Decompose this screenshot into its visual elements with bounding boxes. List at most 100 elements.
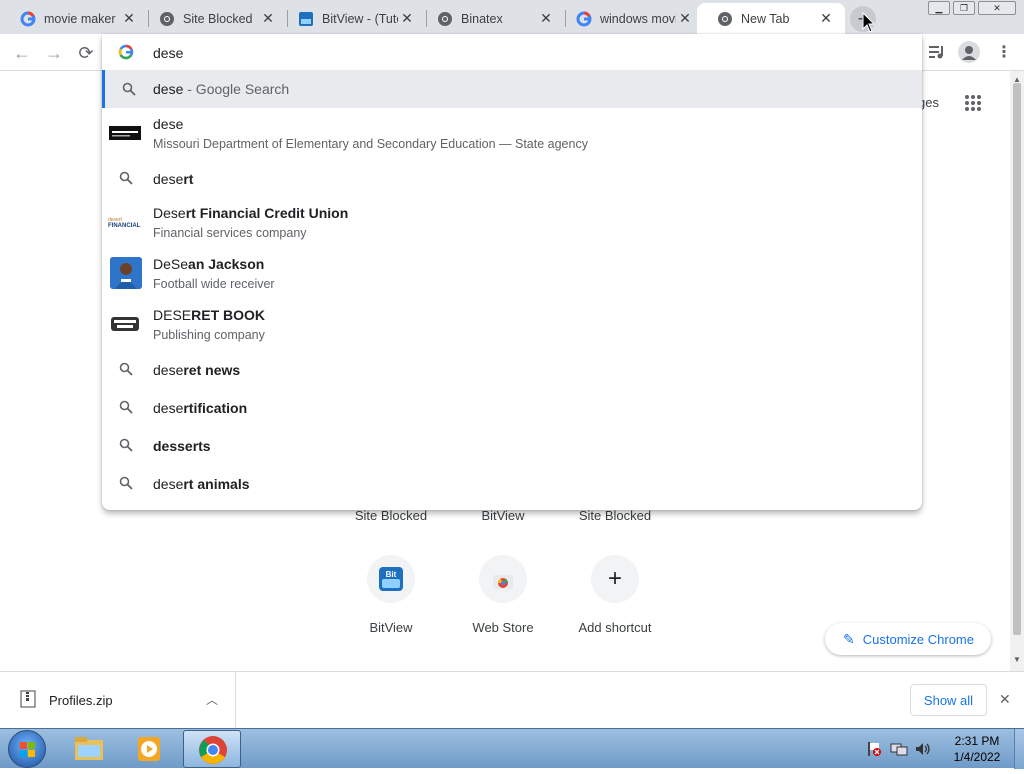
suggestion-item[interactable]: deseret news xyxy=(102,350,922,388)
scroll-down-icon[interactable]: ▼ xyxy=(1013,655,1021,664)
close-window-button[interactable]: ✕ xyxy=(978,1,1016,15)
tab-title: movie maker xyxy=(44,11,116,26)
shortcut-label[interactable]: Add shortcut xyxy=(565,620,665,635)
suggestion-item[interactable]: desertification xyxy=(102,388,922,426)
suggestion-subtitle: Publishing company xyxy=(153,328,265,342)
show-all-button[interactable]: Show all xyxy=(910,684,987,716)
tab-windows-movie[interactable]: windows movie ✕ xyxy=(556,3,704,34)
suggestion-item[interactable]: dese - Google Search xyxy=(102,70,922,108)
suggestion-completion: rt Financial Credit Union xyxy=(185,205,349,221)
suggestion-typed: Dese xyxy=(153,205,186,221)
chrome-icon xyxy=(199,736,227,764)
back-button[interactable]: ← xyxy=(12,43,32,63)
close-icon[interactable]: ✕ xyxy=(817,10,835,28)
tab-bitview[interactable]: BitView - (Tuto ✕ xyxy=(278,3,426,34)
scrollbar-thumb[interactable] xyxy=(1013,83,1021,635)
tab-title: Site Blocked xyxy=(183,11,253,26)
volume-icon[interactable] xyxy=(914,741,932,757)
shortcut-label[interactable]: Web Store xyxy=(453,620,553,635)
search-icon xyxy=(110,391,142,423)
suggestion-item[interactable]: dese Missouri Department of Elementary a… xyxy=(102,108,922,158)
deseret-book-logo-icon xyxy=(108,307,142,341)
suggestion-completion: rtification xyxy=(183,400,248,416)
action-center-flag-icon[interactable] xyxy=(866,741,882,757)
shortcut-label[interactable]: Site Blocked xyxy=(341,508,441,523)
search-icon xyxy=(110,467,142,499)
suggestion-item[interactable]: desert FINANCIAL Desert Financial Credit … xyxy=(102,197,922,247)
chrome-icon xyxy=(159,11,175,27)
download-filename: Profiles.zip xyxy=(49,693,113,708)
media-player-button[interactable] xyxy=(132,732,166,766)
download-bar: Profiles.zip ︿ Show all ✕ xyxy=(0,671,1024,728)
tab-movie-maker[interactable]: movie maker ✕ xyxy=(0,3,148,34)
suggestion-item[interactable]: desert xyxy=(102,160,922,196)
suggestion-typed: dese xyxy=(153,400,184,416)
show-desktop-button[interactable] xyxy=(1014,729,1024,769)
tab-site-blocked[interactable]: Site Blocked ✕ xyxy=(139,3,287,34)
start-button[interactable] xyxy=(8,730,46,768)
media-control-icon[interactable] xyxy=(928,44,946,60)
suggestion-subtitle: Missouri Department of Elementary and Se… xyxy=(153,137,588,151)
shortcut-label[interactable]: BitView xyxy=(453,508,553,523)
profile-avatar[interactable] xyxy=(958,41,980,63)
clock-time: 2:31 PM xyxy=(954,734,1000,748)
tab-title: windows movie xyxy=(600,11,676,26)
zip-file-icon xyxy=(20,690,36,708)
arrow-left-icon: ← xyxy=(13,42,31,63)
suggestion-typed: DeSe xyxy=(153,256,189,272)
customize-chrome-button[interactable]: ✎ Customize Chrome xyxy=(825,623,991,655)
file-explorer-button[interactable] xyxy=(72,732,106,766)
suggestion-item[interactable]: desert animals xyxy=(102,464,922,502)
suggestion-typed: dese xyxy=(153,171,184,187)
tab-title: New Tab xyxy=(741,11,790,26)
close-icon[interactable]: ✕ xyxy=(999,691,1011,708)
suggestion-completion: rt xyxy=(183,171,194,187)
apps-grid-icon[interactable] xyxy=(964,94,982,112)
player-photo-icon xyxy=(110,257,142,289)
suggestion-typed: DESE xyxy=(153,307,192,323)
customize-label: Customize Chrome xyxy=(862,631,974,647)
close-icon[interactable]: ✕ xyxy=(537,10,555,28)
download-item[interactable]: Profiles.zip ︿ xyxy=(0,672,236,728)
tab-strip: movie maker ✕ Site Blocked ✕ BitView - (… xyxy=(0,0,1024,34)
chrome-icon xyxy=(717,11,733,27)
shortcut-label[interactable]: Site Blocked xyxy=(565,508,665,523)
suggestion-subtitle: Financial services company xyxy=(153,226,307,240)
chevron-up-icon[interactable]: ︿ xyxy=(206,691,218,708)
reload-icon: ⟳ xyxy=(78,42,94,63)
forward-button[interactable]: → xyxy=(44,43,64,63)
chrome-taskbar-button[interactable] xyxy=(183,730,241,768)
tab-binatex[interactable]: Binatex ✕ xyxy=(417,3,565,34)
close-icon[interactable]: ✕ xyxy=(259,10,277,28)
more-menu-button[interactable]: ⋮ xyxy=(996,42,1012,62)
tab-title: BitView - (Tuto xyxy=(322,11,398,26)
suggestion-item[interactable]: DeSean Jackson Football wide receiver xyxy=(102,248,922,298)
scrollbar[interactable]: ▲ ▼ xyxy=(1010,71,1024,671)
close-icon: ✕ xyxy=(993,2,1001,13)
tab-title: Binatex xyxy=(461,11,503,26)
taskbar: 2:31 PM 1/4/2022 xyxy=(0,728,1024,769)
close-icon[interactable]: ✕ xyxy=(398,10,416,28)
close-icon[interactable]: ✕ xyxy=(120,10,138,28)
shortcut-bitview[interactable]: Bit xyxy=(367,555,415,603)
clock[interactable]: 2:31 PM 1/4/2022 xyxy=(944,733,1010,765)
reload-button[interactable]: ⟳ xyxy=(76,43,96,63)
omnibox-input[interactable]: dese xyxy=(153,45,183,61)
close-icon[interactable]: ✕ xyxy=(676,10,694,28)
pencil-icon: ✎ xyxy=(843,630,855,647)
suggestion-completion: an Jackson xyxy=(188,256,265,272)
chrome-icon xyxy=(437,11,453,27)
suggestion-item[interactable]: DESERET BOOK Publishing company xyxy=(102,299,922,349)
google-icon xyxy=(118,44,134,60)
suggestion-item[interactable]: desserts xyxy=(102,426,922,464)
shortcut-label[interactable]: BitView xyxy=(341,620,441,635)
tab-new-tab[interactable]: New Tab ✕ xyxy=(697,3,845,34)
shortcut-web-store[interactable] xyxy=(479,555,527,603)
restore-button[interactable]: ❐ xyxy=(953,1,975,15)
suggestion-subtitle: Football wide receiver xyxy=(153,277,275,291)
bitview-icon: Bit xyxy=(379,567,403,591)
shortcut-add[interactable]: + xyxy=(591,555,639,603)
minimize-button[interactable]: ▁ xyxy=(928,1,950,15)
kebab-icon: ⋮ xyxy=(996,44,1012,61)
network-icon[interactable] xyxy=(890,741,908,757)
